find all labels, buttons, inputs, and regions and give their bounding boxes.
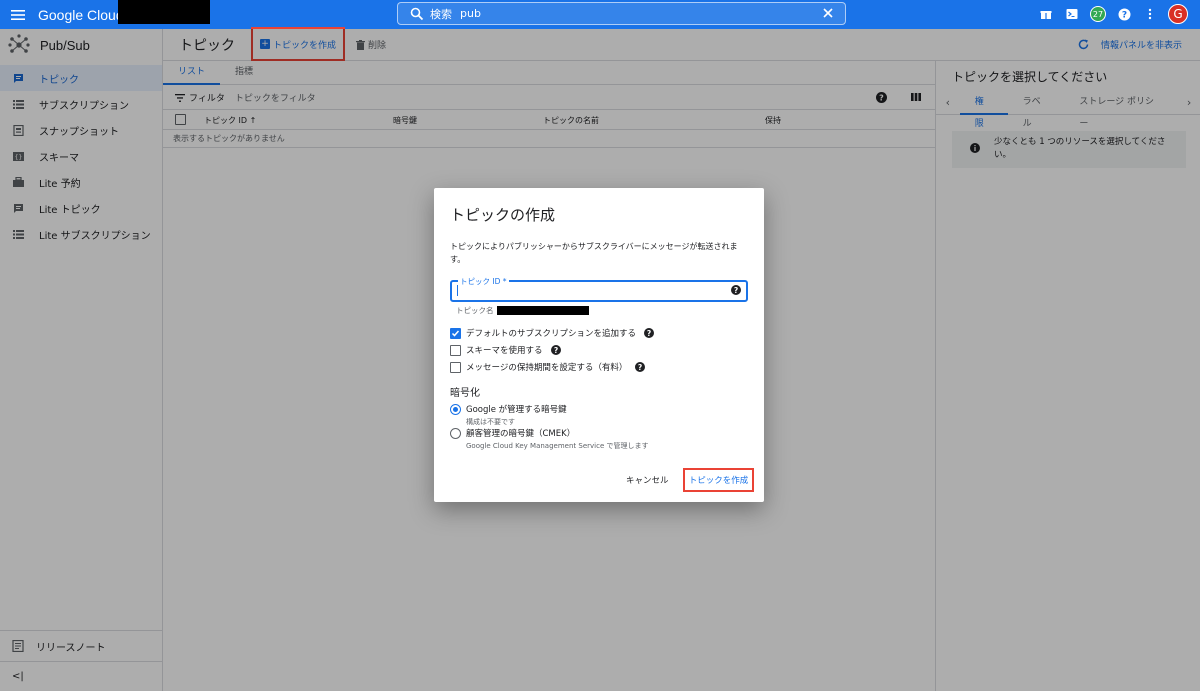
topic-id-field[interactable]: トピック ID * ? bbox=[450, 276, 748, 302]
topic-name-redacted bbox=[496, 306, 589, 315]
topic-name-preview: トピック名 bbox=[456, 305, 589, 316]
help-icon[interactable]: ? bbox=[635, 362, 646, 372]
svg-text:?: ? bbox=[638, 363, 642, 372]
avatar[interactable]: G bbox=[1168, 4, 1188, 24]
message-retention-label: メッセージの保持期間を設定する（有料） bbox=[466, 363, 628, 373]
project-selector-redacted[interactable] bbox=[118, 0, 210, 24]
encryption-heading: 暗号化 bbox=[450, 388, 480, 399]
help-icon[interactable]: ? bbox=[731, 285, 741, 295]
google-cloud-logo[interactable]: Google Cloud bbox=[38, 7, 124, 23]
default-subscription-option[interactable]: デフォルトのサブスクリプションを追加する ? bbox=[450, 327, 655, 339]
help-icon[interactable]: ? bbox=[550, 345, 561, 355]
notification-count-badge[interactable]: 27 bbox=[1090, 6, 1106, 22]
svg-text:?: ? bbox=[1121, 10, 1126, 20]
svg-text:?: ? bbox=[647, 329, 651, 338]
google-managed-key-radio[interactable] bbox=[450, 404, 461, 415]
use-schema-option[interactable]: スキーマを使用する ? bbox=[450, 344, 561, 356]
default-subscription-label: デフォルトのサブスクリプションを追加する bbox=[466, 329, 637, 339]
message-retention-option[interactable]: メッセージの保持期間を設定する（有料） ? bbox=[450, 361, 646, 373]
message-retention-checkbox[interactable] bbox=[450, 361, 461, 373]
dialog-description: トピックによりパブリッシャーからサブスクライバーにメッセージが転送されます。 bbox=[450, 242, 738, 264]
cmek-label: 顧客管理の暗号鍵（CMEK） bbox=[466, 429, 576, 439]
cmek-sub: Google Cloud Key Management Service で管理し… bbox=[466, 442, 649, 450]
check-icon bbox=[451, 330, 460, 337]
dialog-title: トピックの作成 bbox=[450, 207, 556, 224]
search-label: 検索 bbox=[430, 7, 452, 21]
cmek-radio[interactable] bbox=[450, 428, 461, 439]
create-topic-dialog: トピックの作成 トピックによりパブリッシャーからサブスクライバーにメッセージが転… bbox=[434, 188, 764, 502]
more-vert-icon[interactable] bbox=[1142, 6, 1158, 22]
topic-name-label: トピック名 bbox=[456, 306, 494, 315]
use-schema-label: スキーマを使用する bbox=[466, 346, 543, 356]
menu-icon[interactable] bbox=[0, 0, 36, 29]
topic-id-input[interactable] bbox=[456, 284, 716, 298]
cancel-button[interactable]: キャンセル bbox=[626, 474, 669, 486]
google-managed-key-label: Google が管理する暗号鍵 bbox=[466, 405, 567, 415]
cmek-option[interactable]: 顧客管理の暗号鍵（CMEK） Google Cloud Key Manageme… bbox=[450, 427, 648, 451]
gift-icon[interactable] bbox=[1038, 6, 1054, 22]
svg-text:?: ? bbox=[734, 286, 738, 295]
search-icon bbox=[410, 7, 424, 20]
help-icon[interactable]: ? bbox=[1116, 6, 1132, 22]
google-managed-key-option[interactable]: Google が管理する暗号鍵 構成は不要です bbox=[450, 403, 567, 427]
top-bar: Google Cloud 検索 pub 27 ? G bbox=[0, 0, 1200, 29]
search-bar[interactable]: 検索 pub bbox=[397, 2, 846, 25]
close-icon[interactable] bbox=[821, 6, 835, 20]
use-schema-checkbox[interactable] bbox=[450, 344, 461, 356]
default-subscription-checkbox[interactable] bbox=[450, 327, 461, 339]
help-icon[interactable]: ? bbox=[644, 328, 655, 338]
search-input[interactable]: pub bbox=[460, 7, 481, 20]
svg-text:?: ? bbox=[553, 346, 557, 355]
cloud-shell-icon[interactable] bbox=[1064, 6, 1080, 22]
create-topic-confirm-button[interactable]: トピックを作成 bbox=[683, 468, 754, 492]
google-managed-key-sub: 構成は不要です bbox=[466, 418, 515, 426]
